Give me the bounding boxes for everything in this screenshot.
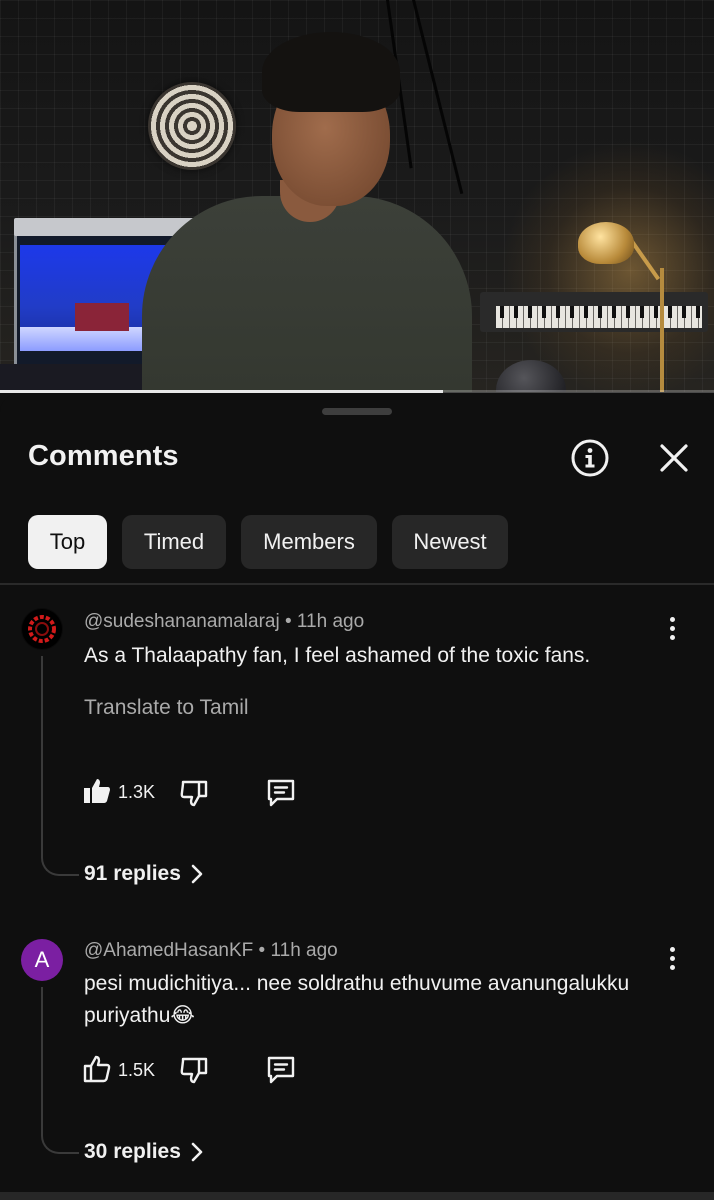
like-button[interactable] — [83, 777, 111, 805]
dislike-button[interactable] — [180, 1056, 208, 1084]
drag-handle[interactable] — [322, 408, 392, 415]
filter-chip-members[interactable]: Members — [241, 515, 377, 569]
avatar[interactable]: A — [21, 939, 63, 981]
filter-chip-top[interactable]: Top — [28, 515, 107, 569]
reply-button[interactable] — [266, 778, 296, 808]
like-count: 1.5K — [118, 1060, 156, 1080]
thumbs-down-icon — [180, 1057, 208, 1084]
like-button[interactable] — [83, 1055, 111, 1083]
avatar-emblem-icon — [22, 609, 62, 649]
video-player[interactable] — [0, 0, 714, 392]
view-replies-button[interactable]: 91 replies — [84, 862, 205, 886]
view-replies-button[interactable]: 30 replies — [84, 1140, 205, 1164]
thread-line — [41, 987, 79, 1154]
person-hair — [262, 32, 400, 112]
thumbs-up-icon — [83, 1055, 111, 1083]
dislike-button[interactable] — [180, 779, 208, 807]
reply-comment-icon — [267, 779, 295, 807]
comment-meta: @AhamedHasanKF • 11h ago — [84, 940, 338, 961]
replies-count: 30 replies — [84, 1140, 181, 1163]
close-button[interactable] — [650, 434, 698, 482]
comment-meta: @sudeshananamalaraj • 11h ago — [84, 611, 365, 632]
person-shirt — [142, 196, 472, 392]
aquarium-lid — [14, 218, 194, 236]
avatar-letter: A — [34, 947, 50, 972]
translate-link[interactable]: Translate to Tamil — [84, 696, 249, 720]
lamp-pole — [660, 268, 664, 392]
more-options-button[interactable] — [660, 610, 684, 646]
chevron-right-icon — [191, 1142, 203, 1162]
close-icon — [660, 444, 688, 472]
video-progress-fill[interactable] — [0, 390, 443, 393]
filter-chip-timed[interactable]: Timed — [122, 515, 226, 569]
desk-lamp — [578, 222, 634, 264]
piano-black-keys — [496, 306, 702, 318]
thumbs-up-filled-icon — [84, 779, 110, 803]
panel-title: Comments — [28, 440, 179, 472]
thumbs-down-icon — [180, 780, 208, 807]
dartboard — [148, 82, 236, 170]
filter-chip-newest[interactable]: Newest — [392, 515, 508, 569]
reply-button[interactable] — [266, 1055, 296, 1085]
avatar[interactable] — [21, 608, 63, 650]
comment-text: pesi mudichitiya... nee soldrathu ethuvu… — [84, 972, 630, 1027]
info-circle-icon — [571, 439, 609, 477]
replies-count: 91 replies — [84, 862, 181, 885]
reply-comment-icon — [267, 1056, 295, 1084]
chevron-right-icon — [191, 864, 203, 884]
comment-text: As a Thalaapathy fan, I feel ashamed of … — [84, 644, 591, 667]
more-options-button[interactable] — [660, 940, 684, 976]
divider — [0, 583, 714, 585]
bottom-bar — [0, 1192, 714, 1200]
info-button[interactable] — [566, 434, 614, 482]
thread-line — [41, 656, 79, 876]
like-count: 1.3K — [118, 782, 156, 802]
